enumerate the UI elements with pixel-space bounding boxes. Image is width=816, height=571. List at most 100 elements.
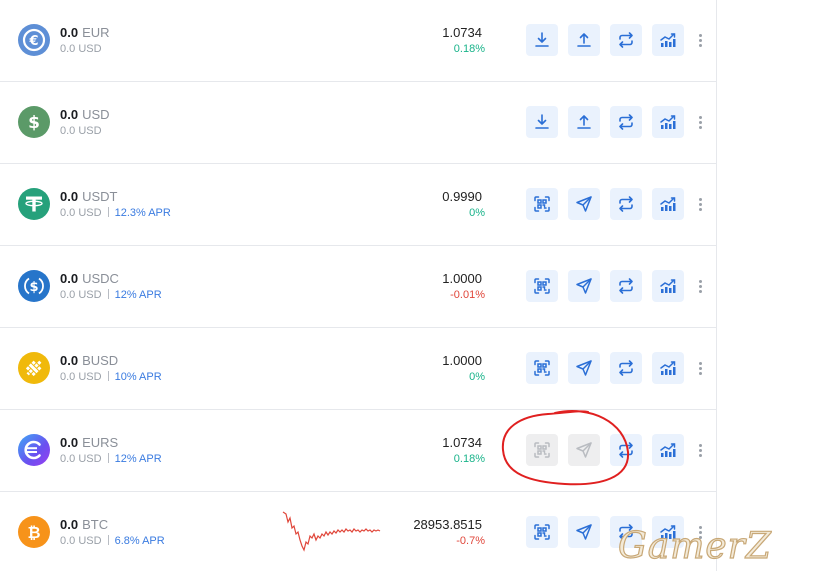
asset-change: 0%: [469, 207, 485, 219]
asset-name: 0.0 BUSD: [60, 353, 118, 368]
invest-chart-icon: [660, 443, 676, 457]
asset-change: 0.18%: [453, 453, 485, 465]
invest-chart-icon: [660, 197, 676, 211]
asset-subline: 0.0 USD 12.3% APR: [60, 207, 171, 219]
withdraw-button[interactable]: [568, 24, 600, 56]
more-options-button[interactable]: [692, 276, 708, 296]
receive-qr-button[interactable]: [526, 270, 558, 302]
asset-row-usd[interactable]: $ 0.0 USD 0.0 USD: [0, 82, 716, 164]
svg-text:€: €: [28, 34, 38, 49]
asset-usd-value: 0.0 USD: [60, 289, 102, 301]
asset-name: 0.0 USD: [60, 107, 110, 122]
asset-row-eur[interactable]: € 0.0 EUR 0.0 USD 1.0734 0.18%: [0, 0, 716, 82]
asset-row-busd[interactable]: 0.0 BUSD 0.0 USD 10% APR 1.0000 0%: [0, 328, 716, 410]
asset-name: 0.0 BTC: [60, 517, 108, 532]
send-icon: [576, 196, 592, 212]
asset-price: 1.0000: [442, 271, 482, 286]
bitcoin-coin-icon: ₿: [18, 516, 50, 548]
asset-subline: 0.0 USD 12% APR: [60, 453, 162, 465]
deposit-button[interactable]: [526, 24, 558, 56]
more-options-button[interactable]: [692, 358, 708, 378]
svg-text:$: $: [29, 280, 38, 295]
asset-name: 0.0 USDC: [60, 271, 119, 286]
deposit-icon: [535, 32, 549, 47]
more-options-button[interactable]: [692, 112, 708, 132]
asset-apr: 10% APR: [114, 371, 162, 383]
asset-change: -0.01%: [450, 289, 485, 301]
invest-button[interactable]: [652, 24, 684, 56]
invest-button[interactable]: [652, 188, 684, 220]
exchange-icon: [619, 196, 633, 212]
asset-row-btc[interactable]: ₿ 0.0 BTC 0.0 USD 6.8% APR 28953.8515 -0.7…: [0, 492, 716, 571]
asset-symbol: EURS: [82, 435, 119, 450]
qr-receive-icon: [534, 360, 550, 376]
exchange-icon: [619, 278, 633, 294]
svg-text:$: $: [28, 113, 40, 133]
asset-price: 1.0000: [442, 353, 482, 368]
receive-qr-button[interactable]: [526, 516, 558, 548]
exchange-button[interactable]: [610, 106, 642, 138]
exchange-button[interactable]: [610, 434, 642, 466]
invest-button[interactable]: [652, 106, 684, 138]
asset-symbol: BTC: [82, 517, 109, 532]
exchange-button[interactable]: [610, 270, 642, 302]
withdraw-icon: [577, 115, 591, 129]
asset-subline: 0.0 USD 12% APR: [60, 289, 162, 301]
more-options-button[interactable]: [692, 194, 708, 214]
withdraw-icon: [577, 33, 591, 47]
deposit-button[interactable]: [526, 106, 558, 138]
asset-name: 0.0 USDT: [60, 189, 117, 204]
send-button[interactable]: [568, 188, 600, 220]
eurs-coin-icon: [18, 434, 50, 466]
invest-button[interactable]: [652, 434, 684, 466]
asset-apr: 12% APR: [114, 289, 162, 301]
receive-qr-button[interactable]: [526, 352, 558, 384]
euro-coin-icon: €: [18, 24, 50, 56]
more-options-button[interactable]: [692, 440, 708, 460]
exchange-icon: [619, 32, 633, 48]
receive-qr-button[interactable]: [526, 188, 558, 220]
invest-button[interactable]: [652, 352, 684, 384]
asset-row-usdc[interactable]: $ 0.0 USDC 0.0 USD 12% APR 1.0000 -0.01%: [0, 246, 716, 328]
asset-subline: 0.0 USD: [60, 125, 102, 137]
asset-subline: 0.0 USD: [60, 43, 102, 55]
asset-symbol: USD: [82, 107, 110, 122]
asset-usd-value: 0.0 USD: [60, 453, 102, 465]
asset-usd-value: 0.0 USD: [60, 125, 102, 137]
send-button[interactable]: [568, 352, 600, 384]
send-button[interactable]: [568, 516, 600, 548]
busd-coin-icon: [18, 352, 50, 384]
invest-chart-icon: [660, 33, 676, 47]
exchange-button[interactable]: [610, 352, 642, 384]
asset-usd-value: 0.0 USD: [60, 371, 102, 383]
svg-text:₿: ₿: [27, 523, 40, 542]
send-icon: [576, 278, 592, 294]
asset-name: 0.0 EURS: [60, 435, 118, 450]
send-button-disabled: [568, 434, 600, 466]
asset-row-eurs[interactable]: 0.0 EURS 0.0 USD 12% APR 1.0734 0.18%: [0, 410, 716, 492]
qr-receive-icon: [534, 278, 550, 294]
asset-change: 0%: [469, 371, 485, 383]
exchange-button[interactable]: [610, 24, 642, 56]
invest-button[interactable]: [652, 270, 684, 302]
exchange-button[interactable]: [610, 188, 642, 220]
invest-chart-icon: [660, 279, 676, 293]
asset-price: 1.0734: [442, 25, 482, 40]
btc-price-sparkline: [282, 511, 381, 552]
deposit-icon: [535, 114, 549, 129]
withdraw-button[interactable]: [568, 106, 600, 138]
asset-price: 0.9990: [442, 189, 482, 204]
usdc-coin-icon: $: [18, 270, 50, 302]
asset-apr: 6.8% APR: [114, 535, 165, 547]
asset-row-usdt[interactable]: 0.0 USDT 0.0 USD 12.3% APR 0.9990 0%: [0, 164, 716, 246]
exchange-icon: [619, 114, 633, 130]
send-button[interactable]: [568, 270, 600, 302]
more-options-button[interactable]: [692, 30, 708, 50]
asset-change: -0.7%: [456, 535, 485, 547]
asset-symbol: EUR: [82, 25, 110, 40]
dollar-coin-icon: $: [18, 106, 50, 138]
wallet-asset-list: € 0.0 EUR 0.0 USD 1.0734 0.18% $ 0.0 USD 0…: [0, 0, 717, 571]
asset-apr: 12% APR: [114, 453, 162, 465]
send-icon: [576, 524, 592, 540]
asset-subline: 0.0 USD 10% APR: [60, 371, 162, 383]
